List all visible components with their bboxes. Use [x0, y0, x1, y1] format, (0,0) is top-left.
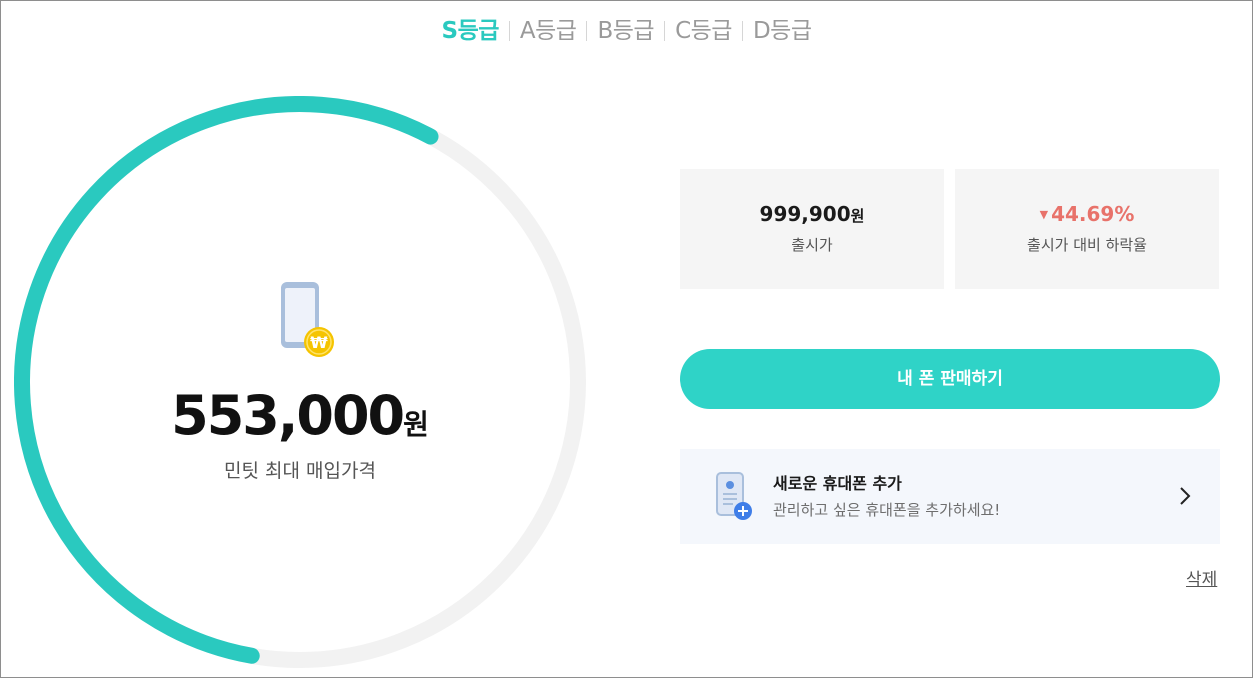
max-buy-price-caption: 민팃 최대 매입가격 [224, 460, 376, 482]
release-price-label: 출시가 [791, 236, 833, 254]
add-new-phone-card[interactable]: 새로운 휴대폰 추가 관리하고 싶은 휴대폰을 추가하세요! [680, 449, 1220, 544]
max-buy-price-value: 553,000 [171, 384, 405, 447]
add-phone-description: 관리하고 싶은 휴대폰을 추가하세요! [773, 501, 1001, 519]
drop-rate-card: ▼ 44.69% 출시가 대비 하락율 [955, 169, 1219, 289]
down-triangle-icon: ▼ [1039, 208, 1049, 221]
sell-phone-button[interactable]: 내 폰 판매하기 [680, 349, 1220, 409]
svg-text:₩: ₩ [310, 333, 328, 352]
delete-link[interactable]: 삭제 [1186, 565, 1217, 590]
drop-rate-label: 출시가 대비 하락율 [1027, 236, 1147, 254]
tab-grade-c[interactable]: C등급 [665, 15, 742, 47]
phone-add-icon [715, 471, 755, 523]
max-buy-price: 553,000원 [0, 384, 600, 447]
chevron-right-icon [1178, 485, 1192, 507]
tab-grade-b[interactable]: B등급 [587, 15, 664, 47]
price-gauge [14, 96, 586, 668]
max-buy-price-unit: 원 [403, 408, 429, 441]
phone-won-icon: ₩ [280, 281, 336, 357]
tab-grade-a[interactable]: A등급 [510, 15, 587, 47]
gauge-progress-arc [14, 96, 439, 664]
drop-rate-value: ▼ 44.69% [1039, 202, 1135, 226]
grade-tabs: S등급 A등급 B등급 C등급 D등급 [0, 15, 1253, 47]
release-price-value: 999,900원 [759, 202, 865, 226]
add-phone-title: 새로운 휴대폰 추가 [773, 474, 902, 493]
tab-grade-s[interactable]: S등급 [432, 15, 509, 47]
tab-grade-d[interactable]: D등급 [743, 15, 822, 47]
release-price-card: 999,900원 출시가 [680, 169, 944, 289]
